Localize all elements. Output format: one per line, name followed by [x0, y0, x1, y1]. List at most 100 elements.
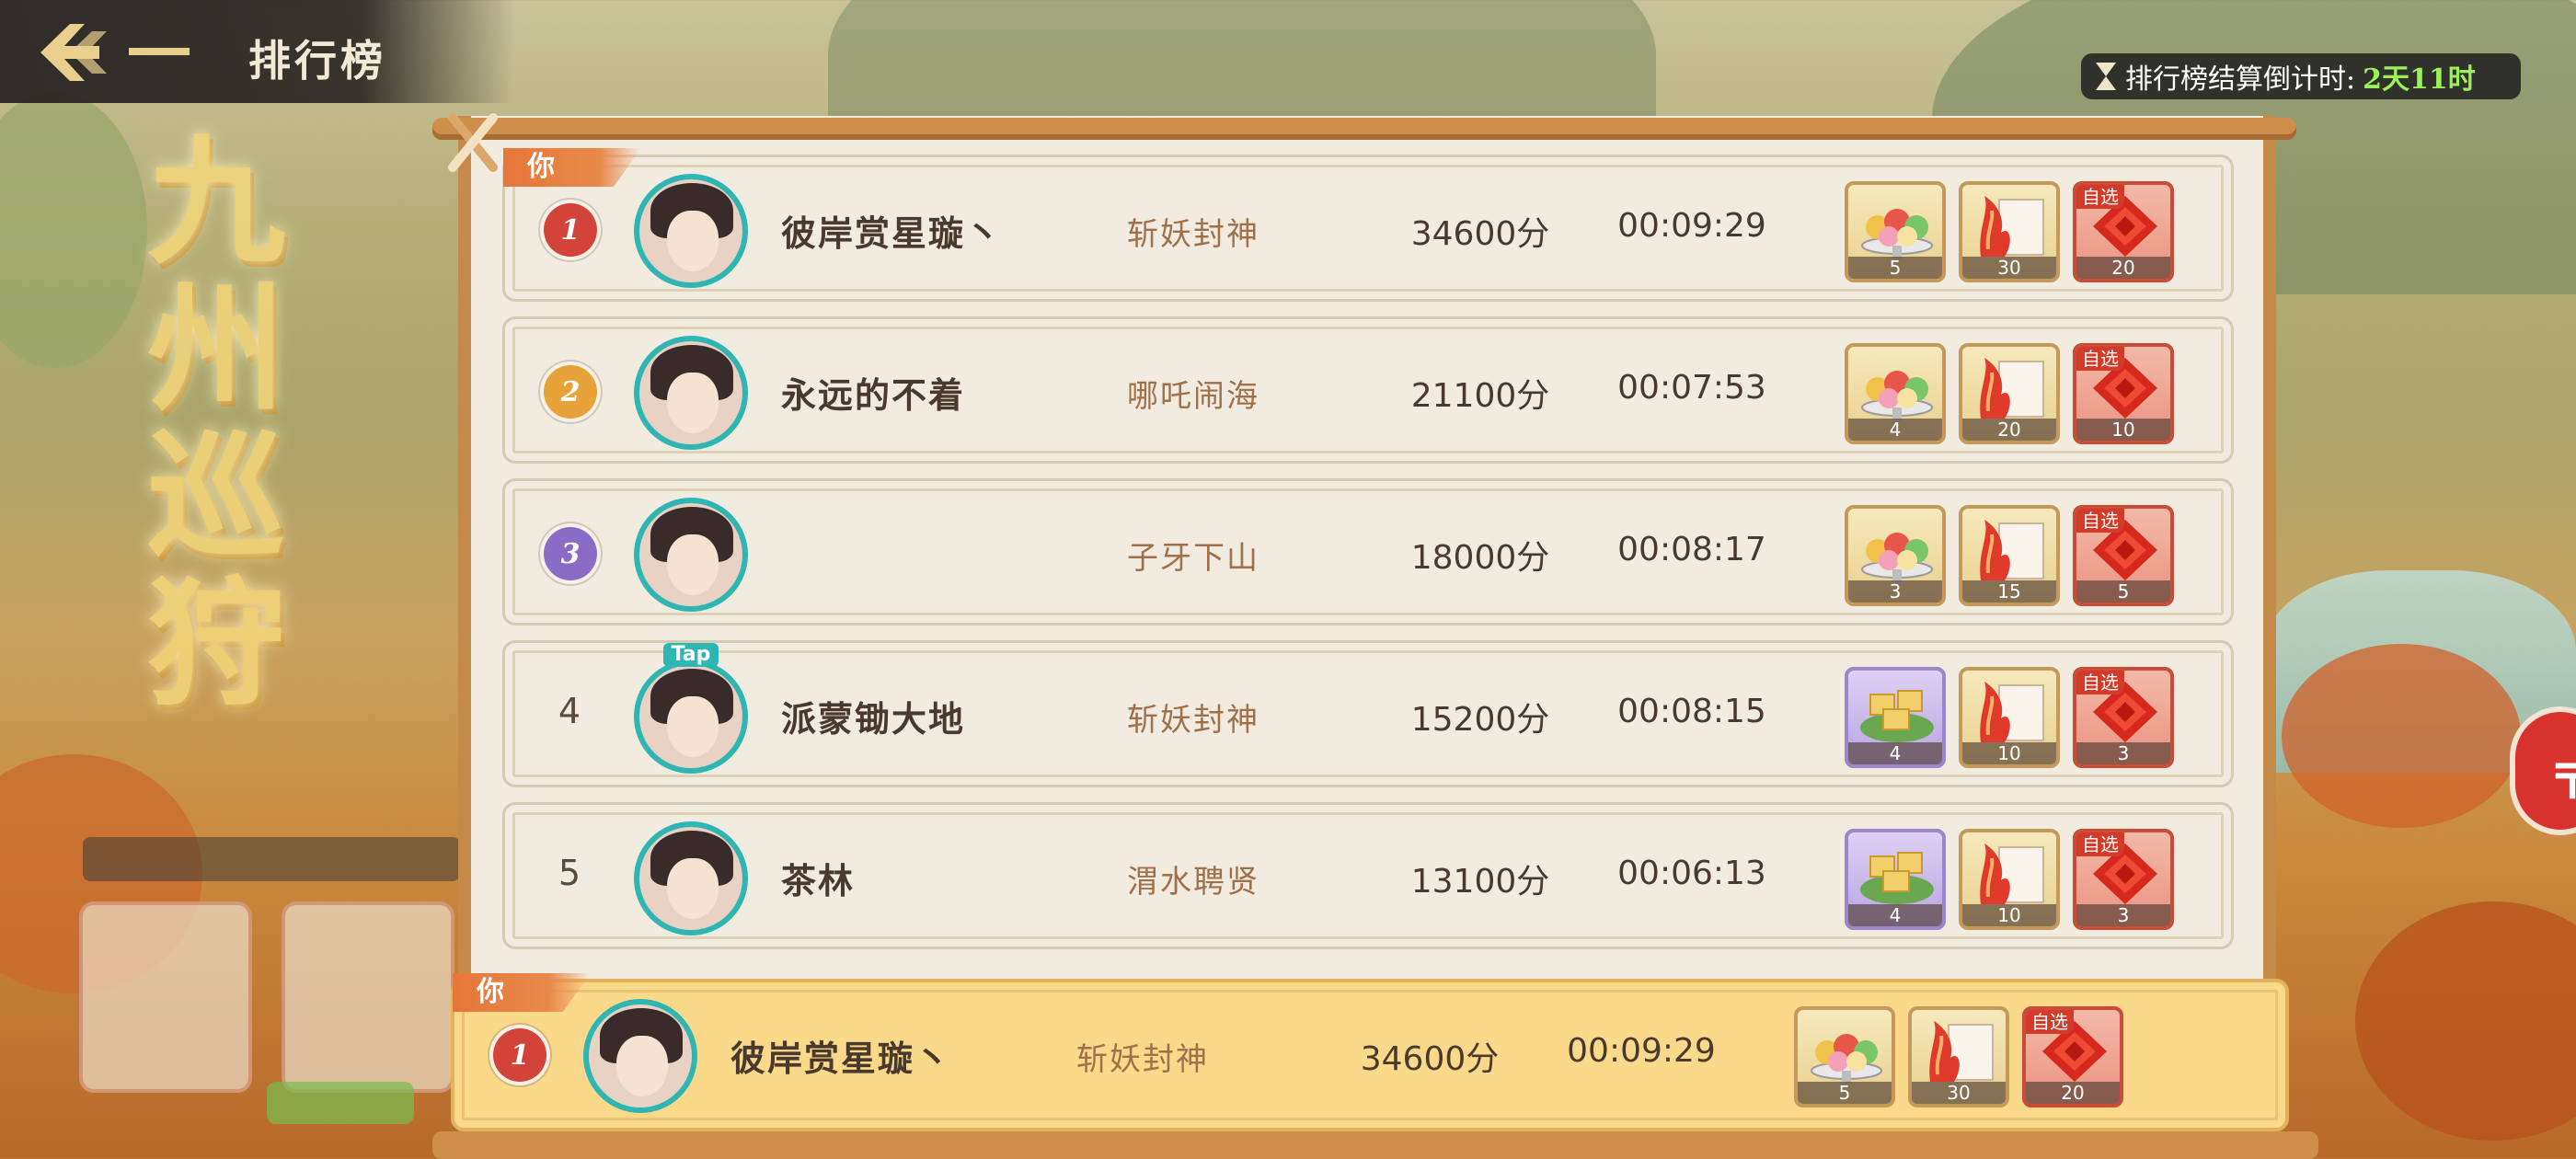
rank-medal-icon: 1: [544, 203, 597, 257]
reward-item[interactable]: 20: [1959, 343, 2060, 444]
reward-quantity: 30: [1962, 257, 2056, 279]
reward-item[interactable]: 4: [1845, 667, 1946, 768]
reward-quantity: 3: [2076, 904, 2170, 926]
left-event-card[interactable]: [282, 901, 454, 1093]
stage-name: 斩妖封神: [1076, 1041, 1209, 1078]
player-score: 18000分: [1410, 539, 1550, 577]
avatar-face: [667, 534, 719, 595]
reward-quantity: 20: [2026, 1082, 2120, 1104]
left-event-card[interactable]: [79, 901, 252, 1093]
reward-quantity: 10: [1962, 904, 2056, 926]
player-avatar[interactable]: [634, 498, 748, 612]
ranking-row[interactable]: 4 Tap 派蒙锄大地 斩妖封神 15200分 00:08:15 4 10 自选 3: [502, 640, 2234, 787]
player-score: 13100分: [1410, 863, 1550, 901]
avatar-face: [616, 1036, 668, 1096]
player-avatar[interactable]: [634, 336, 748, 450]
clear-time: 00:08:15: [1617, 693, 1766, 730]
player-name: 永远的不着: [781, 374, 966, 416]
player-avatar[interactable]: [634, 660, 748, 774]
pastry-leaf-icon: [1860, 852, 1934, 904]
reward-item[interactable]: 10: [1959, 667, 2060, 768]
stage-name: 渭水聘贤: [1127, 864, 1259, 901]
player-score: 21100分: [1410, 377, 1550, 415]
settlement-countdown: 排行榜结算倒计时: 2天11时: [2081, 53, 2521, 99]
reward-item[interactable]: 4: [1845, 829, 1946, 930]
reward-item[interactable]: 10: [1959, 829, 2060, 930]
reward-quantity: 4: [1848, 419, 1942, 441]
reward-item[interactable]: 30: [1908, 1006, 2009, 1107]
reward-quantity: 20: [2076, 257, 2170, 279]
reward-quantity: 30: [1912, 1082, 2006, 1104]
red-scroll-icon: [1980, 358, 2044, 419]
player-avatar[interactable]: [583, 999, 697, 1113]
reward-item[interactable]: 自选 3: [2073, 667, 2174, 768]
page-title: 排行榜: [248, 36, 386, 86]
countdown-value: 2天11时: [2363, 63, 2476, 96]
reward-quantity: 15: [1962, 580, 2056, 602]
red-scroll-icon: [1980, 682, 2044, 742]
avatar-tap-badge: Tap: [663, 643, 719, 667]
red-scroll-icon: [1980, 843, 2044, 904]
ranking-row[interactable]: 5 茶林 渭水聘贤 13100分 00:06:13 4 10 自选 3: [502, 802, 2234, 949]
reward-item[interactable]: 5: [1794, 1006, 1895, 1107]
background-tree: [2282, 644, 2521, 828]
reward-quantity: 10: [1962, 742, 2056, 764]
rank-medal-icon: 1: [493, 1028, 546, 1082]
reward-item[interactable]: 30: [1959, 181, 2060, 282]
my-rank-row[interactable]: 你 1 彼岸赏星璇丶 斩妖封神 34600分 00:09:29 5 30 自选 20: [451, 973, 2289, 1131]
optional-pick-tag: 自选: [2076, 832, 2124, 856]
reward-quantity: 5: [1848, 257, 1942, 279]
ranking-row[interactable]: 你 1 彼岸赏星璇丶 斩妖封神 34600分 00:09:29 5 30 自选 20: [502, 148, 2234, 302]
event-banner-title: 九州巡狩: [147, 121, 286, 725]
back-arrow-icon: [40, 24, 190, 81]
reward-item[interactable]: 自选 3: [2073, 829, 2174, 930]
panel-top-rod: [432, 118, 2296, 140]
stage-name: 斩妖封神: [1127, 216, 1259, 253]
ranking-row[interactable]: 3 子牙下山 18000分 00:08:17 3 15 自选 5: [502, 478, 2234, 625]
optional-pick-tag: 自选: [2076, 347, 2124, 371]
optional-pick-tag: 自选: [2076, 185, 2124, 209]
player-avatar[interactable]: [634, 821, 748, 935]
player-name: 彼岸赏星璇丶: [730, 1038, 952, 1079]
optional-pick-tag: 自选: [2076, 671, 2124, 694]
reward-item[interactable]: 自选 10: [2073, 343, 2174, 444]
back-button[interactable]: [37, 18, 202, 86]
reward-item[interactable]: 5: [1845, 181, 1946, 282]
reward-quantity: 4: [1848, 742, 1942, 764]
reward-quantity: 20: [1962, 419, 2056, 441]
optional-pick-tag: 自选: [2026, 1010, 2074, 1034]
reward-item[interactable]: 自选 20: [2022, 1006, 2123, 1107]
panel-close-icon[interactable]: [445, 110, 500, 175]
reward-item[interactable]: 4: [1845, 343, 1946, 444]
red-scroll-icon: [1980, 520, 2044, 580]
side-activity-icon[interactable]: 〒: [2510, 706, 2576, 835]
rank-number: 5: [558, 853, 581, 893]
reward-item[interactable]: 15: [1959, 505, 2060, 606]
reward-item[interactable]: 自选 20: [2073, 181, 2174, 282]
player-avatar[interactable]: [634, 174, 748, 288]
reward-quantity: 5: [2076, 580, 2170, 602]
reward-quantity: 4: [1848, 904, 1942, 926]
stage-name: 子牙下山: [1127, 540, 1259, 577]
player-name: 彼岸赏星璇丶: [781, 212, 1003, 254]
rank-medal-icon: 3: [544, 527, 597, 580]
ranking-row[interactable]: 2 永远的不着 哪吒闹海 21100分 00:07:53 4 20 自选 10: [502, 316, 2234, 464]
background-tree: [0, 92, 147, 368]
reward-quantity: 3: [1848, 580, 1942, 602]
clear-time: 00:07:53: [1617, 369, 1766, 407]
player-score: 34600分: [1410, 215, 1550, 253]
avatar-face: [667, 696, 719, 757]
rank-number: 4: [558, 691, 581, 731]
reward-quantity: 5: [1798, 1082, 1892, 1104]
reward-item[interactable]: 自选 5: [2073, 505, 2174, 606]
countdown-label: 排行榜结算倒计时:: [2125, 63, 2356, 96]
reward-item[interactable]: 3: [1845, 505, 1946, 606]
clear-time: 00:09:29: [1617, 207, 1766, 245]
hourglass-icon: [2096, 63, 2116, 90]
left-green-button[interactable]: [267, 1082, 414, 1124]
you-tag: 你: [503, 148, 641, 187]
red-scroll-icon: [1980, 196, 2044, 257]
avatar-face: [667, 858, 719, 919]
cake-platter-icon: [1811, 1034, 1882, 1084]
side-activity-glyph-icon: 〒: [2548, 754, 2576, 810]
